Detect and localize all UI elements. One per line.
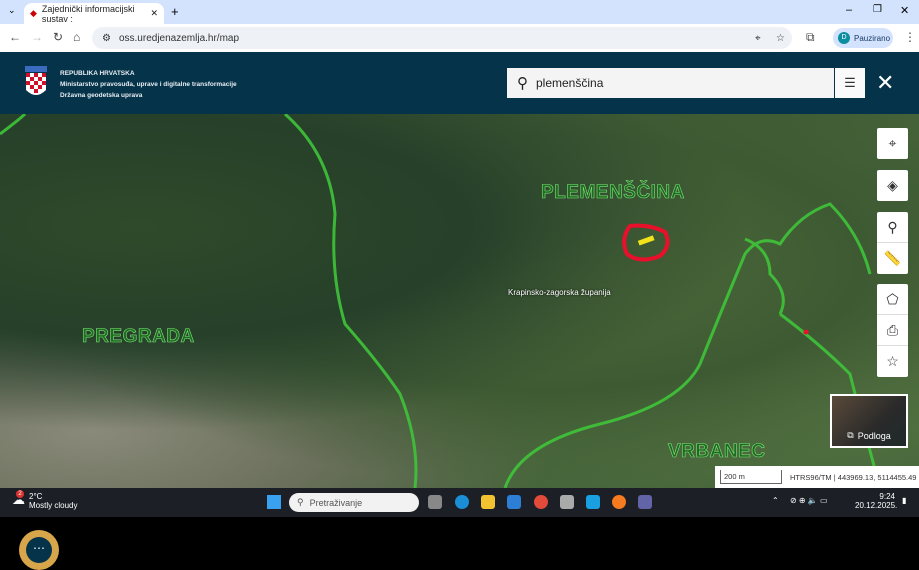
chrome-icon[interactable] [534, 495, 548, 509]
county-label: Krapinsko-zagorska županija [508, 288, 611, 297]
home-icon[interactable]: ⌂ [73, 30, 80, 44]
layers-tool[interactable]: ◈ [877, 170, 908, 201]
taskbar-search-placeholder: Pretraživanje [309, 497, 363, 508]
tab-list-button[interactable]: ⌄ [8, 5, 16, 16]
basemap-switcher[interactable]: ⧉ Podloga [830, 394, 908, 448]
clock-time[interactable]: 9:24 [855, 492, 895, 501]
search-icon: ⚲ [297, 497, 304, 507]
location-icon[interactable]: ⌖ [755, 33, 761, 44]
shape-icon[interactable]: ⬠ [877, 284, 908, 315]
address-toolbar: ← → ↻ ⌂ ⚙ oss.uredjenazemlja.hr/map ⌖ ☆ … [0, 24, 919, 52]
profile-label: Pauzirano [854, 33, 891, 43]
close-window-button[interactable]: ✕ [900, 4, 909, 17]
app-header: REPUBLIKA HRVATSKA Ministarstvo pravosuđ… [0, 52, 919, 114]
search-value: plemenščina [536, 76, 604, 90]
extensions-icon[interactable]: ⧉ [806, 30, 815, 45]
boundary-line [744, 237, 785, 315]
coordinates-readout: HTRS96/TM | 443969.13, 5114455.49 [790, 472, 917, 482]
boundary-lines [0, 114, 882, 488]
red-dot [803, 329, 809, 335]
weather-text: Mostly cloudy [29, 501, 78, 510]
address-bar[interactable]: ⚙ oss.uredjenazemlja.hr/map ⌖ ☆ [92, 27, 792, 49]
filter-settings-button[interactable]: ☰ [835, 68, 865, 98]
skype-icon[interactable] [586, 495, 600, 509]
restore-button[interactable]: ❐ [873, 4, 882, 15]
url-text: oss.uredjenazemlja.hr/map [118, 32, 240, 44]
tab-title: Zajednički informacijski sustav : [41, 3, 135, 24]
layers-icon: ◈ [887, 177, 898, 193]
reload-icon[interactable]: ↻ [53, 30, 63, 44]
header-agency: Državna geodetska uprava [60, 92, 143, 99]
teams-icon[interactable] [638, 495, 652, 509]
temperature: 2°C [29, 492, 43, 501]
scale-bar: 200 m [720, 470, 782, 484]
tray-icons[interactable]: ⊘ ⊕ 🔈 ▭ [790, 496, 828, 505]
file-explorer-icon[interactable] [481, 495, 495, 509]
map-status-bar: 200 m HTRS96/TM | 443969.13, 5114455.49 [715, 466, 919, 488]
bookmark-star-icon[interactable]: ☆ [776, 33, 785, 44]
croatian-coat-of-arms-logo [25, 66, 47, 95]
back-icon[interactable]: ← [9, 30, 21, 44]
close-tab-icon[interactable]: ✕ [150, 8, 158, 19]
basemap-label: Podloga [857, 431, 891, 441]
close-search-button[interactable]: ✕ [876, 68, 894, 98]
browser-tab[interactable]: ◆ Zajednički informacijski sustav : ✕ [24, 3, 164, 24]
location-tool[interactable]: ⌖ [877, 128, 908, 159]
profile-button[interactable]: D Pauzirano [833, 28, 893, 48]
favorite-star-icon[interactable]: ☆ [877, 346, 908, 377]
taskbar-search[interactable]: ⚲ Pretraživanje [289, 493, 419, 512]
place-label-plemenscina: PLEMENŠČINA [541, 182, 685, 204]
boundary-line [0, 114, 27, 136]
chat-button[interactable]: ⋯ [19, 530, 59, 570]
menu-icon[interactable]: ⋮ [904, 30, 916, 44]
minimize-button[interactable]: – [846, 4, 852, 16]
header-country: REPUBLIKA HRVATSKA [60, 70, 135, 77]
firefox-icon[interactable] [612, 495, 626, 509]
chat-icon: ⋯ [26, 537, 52, 563]
edge-icon[interactable] [455, 495, 469, 509]
sliders-icon: ☰ [844, 75, 856, 90]
search-input[interactable]: ⚲ plemenščina [507, 68, 834, 98]
site-info-icon[interactable]: ⚙ [102, 33, 111, 44]
place-label-pregrada: PREGRADA [82, 326, 195, 348]
boundary-line [284, 114, 418, 488]
task-view-icon[interactable] [428, 495, 442, 509]
search-icon: ⚲ [517, 75, 528, 92]
ruler-icon[interactable]: 📏 [877, 243, 908, 274]
windows-taskbar: ☁ 2 2°C Mostly cloudy ⚲ Pretraživanje ⌃ ⊘ ⊕… [0, 488, 919, 517]
new-tab-button[interactable]: + [171, 4, 179, 19]
tray-chevron-icon[interactable]: ⌃ [772, 496, 779, 505]
header-ministry: Ministarstvo pravosuđa, uprave i digital… [60, 81, 237, 88]
favicon-icon: ◆ [30, 8, 37, 18]
app-icon[interactable] [560, 495, 574, 509]
clock-date[interactable]: 20.12.2025. [855, 501, 897, 510]
place-label-vrbanec: VRBANEC [668, 441, 766, 463]
weather-widget[interactable]: ☁ 2 2°C Mostly cloudy [12, 490, 78, 510]
cloud-icon: ☁ 2 [12, 490, 25, 507]
notification-icon[interactable]: ▮ [902, 496, 906, 505]
map-canvas[interactable]: PLEMENŠČINA PREGRADA VRBANEC Krapinsko-z… [0, 114, 919, 570]
weather-badge: 2 [16, 490, 24, 498]
avatar: D [838, 32, 850, 44]
parcel-marker [637, 235, 655, 246]
zoom-search-icon[interactable]: ⚲ [877, 212, 908, 243]
print-icon[interactable]: ⎙ [877, 315, 908, 346]
forward-icon[interactable]: → [31, 30, 43, 44]
mail-icon[interactable] [507, 495, 521, 509]
basemap-icon: ⧉ [847, 430, 854, 440]
start-button[interactable] [267, 495, 281, 509]
measure-toolbar: ⚲ 📏 [877, 212, 908, 274]
browser-tab-bar: ⌄ ◆ Zajednički informacijski sustav : ✕ … [0, 0, 919, 24]
map-pin-icon: ⌖ [888, 135, 897, 151]
extra-toolbar: ⬠ ⎙ ☆ [877, 284, 908, 377]
